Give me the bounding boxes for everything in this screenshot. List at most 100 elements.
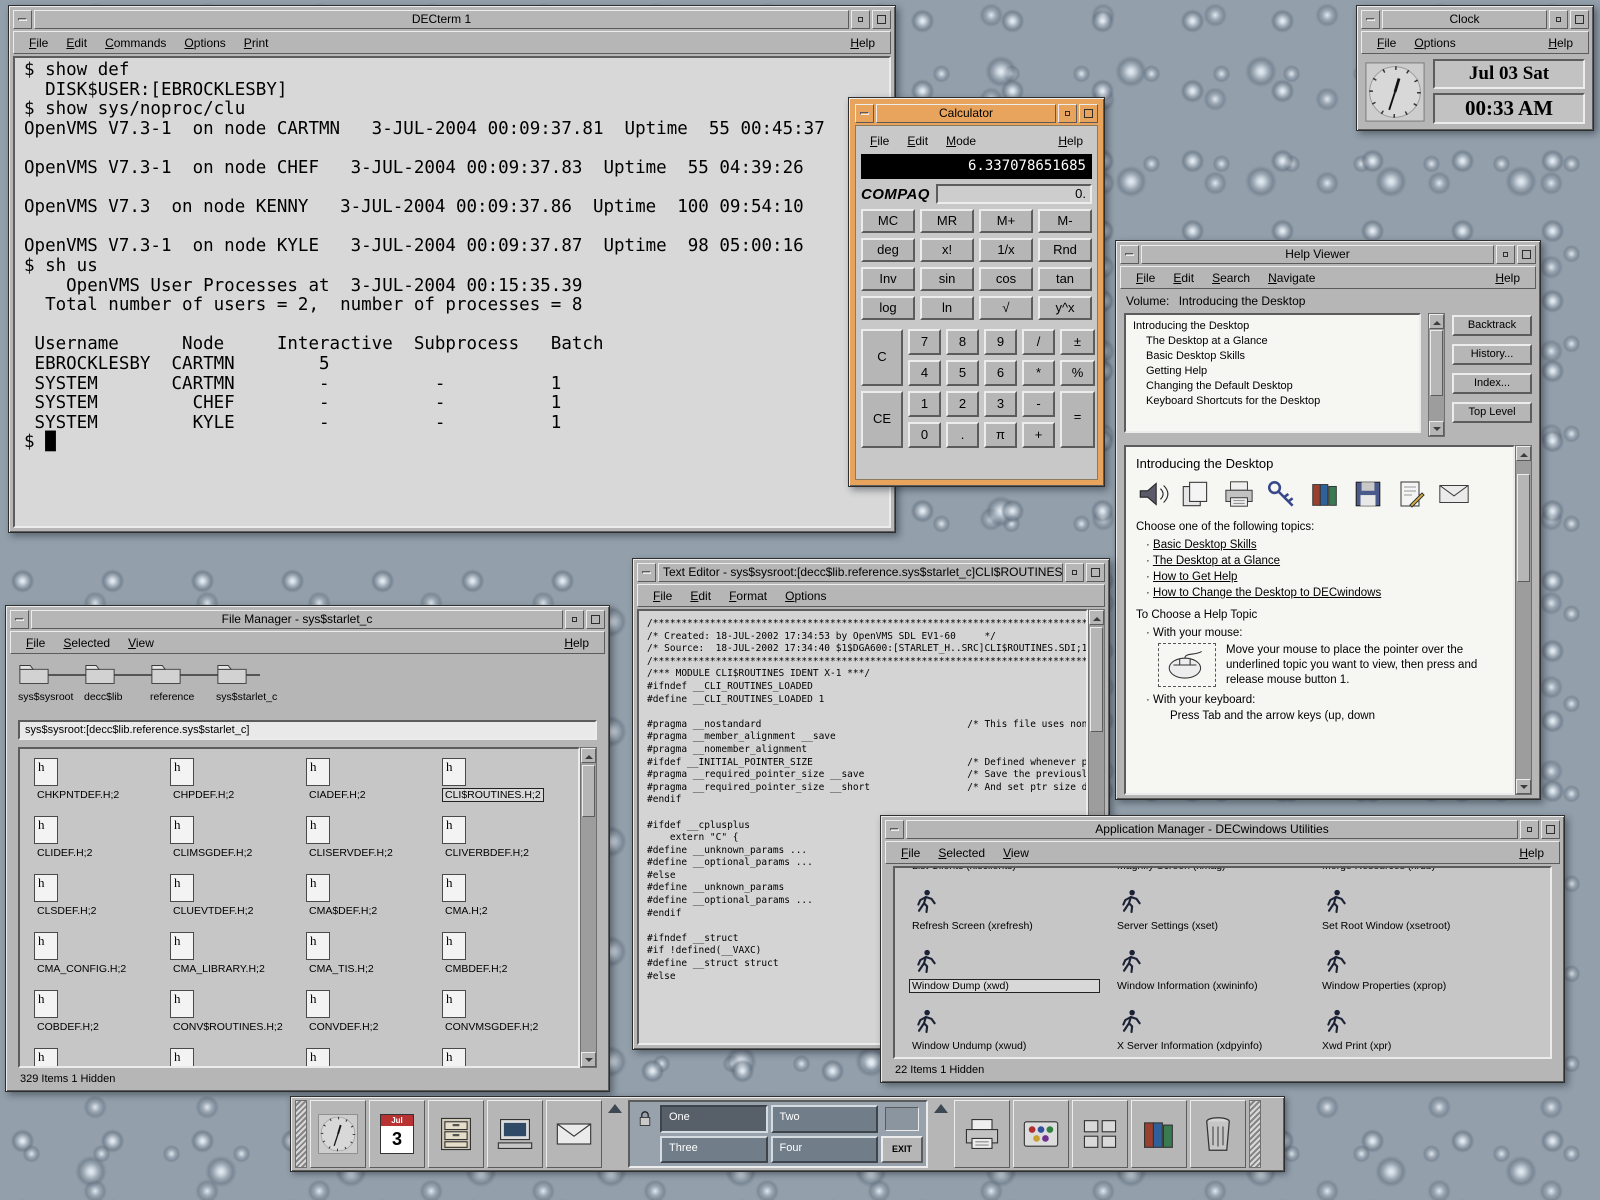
terminal-output[interactable]: $ show def DISK$USER:[EBROCKLESBY] $ sho…	[13, 56, 891, 528]
memory-recall-button[interactable]: MR	[920, 209, 974, 233]
subtract-button[interactable]: -	[1022, 391, 1055, 417]
digit-6-button[interactable]: 6	[984, 360, 1017, 386]
panel-calendar[interactable]: Jul 3	[369, 1100, 425, 1168]
application-manager-titlebar[interactable]: Application Manager - DECwindows Utiliti…	[885, 820, 1560, 839]
top-level-button[interactable]: Top Level	[1452, 402, 1532, 423]
file-item[interactable]: hCONVDEF.H;2	[304, 989, 440, 1039]
file-item[interactable]: hCMA_CONFIG.H;2	[32, 931, 168, 981]
menu-help[interactable]: Help	[555, 634, 598, 652]
menu-help[interactable]: Help	[1510, 844, 1553, 862]
memory-clear-button[interactable]: MC	[861, 209, 915, 233]
menu-search[interactable]: Search	[1203, 269, 1259, 287]
history-button[interactable]: History...	[1452, 344, 1532, 365]
digit-7-button[interactable]: 7	[908, 329, 941, 355]
scroll-up-arrow[interactable]	[1516, 446, 1531, 461]
panel-trash[interactable]	[1190, 1100, 1246, 1168]
topic-item[interactable]: Basic Desktop Skills	[1126, 348, 1419, 363]
app-item-xwud[interactable]: Window Undump (xwud)	[907, 1006, 1102, 1054]
menu-selected[interactable]: Selected	[929, 844, 994, 862]
deg-button[interactable]: deg	[861, 238, 915, 262]
window-menu-button[interactable]	[13, 10, 32, 29]
file-item[interactable]: hCONVMSGDEF.H;2	[440, 989, 576, 1039]
digit-2-button[interactable]: 2	[946, 391, 979, 417]
scrollbar-thumb[interactable]	[1517, 474, 1530, 582]
menu-help[interactable]: Help	[1486, 269, 1529, 287]
menu-edit[interactable]: Edit	[681, 587, 720, 605]
window-menu-button[interactable]	[637, 563, 656, 582]
maximize-button[interactable]	[1079, 104, 1098, 123]
menu-view[interactable]: View	[119, 634, 163, 652]
menu-options[interactable]: Options	[1405, 34, 1464, 52]
menu-help[interactable]: Help	[841, 34, 884, 52]
factorial-button[interactable]: x!	[920, 238, 974, 262]
file-item[interactable]: hCLIMSGDEF.H;2	[168, 815, 304, 865]
window-menu-button[interactable]	[1361, 10, 1380, 29]
percent-button[interactable]: %	[1060, 360, 1095, 386]
decterm-titlebar[interactable]: DECterm 1	[13, 10, 891, 29]
scrollbar-thumb[interactable]	[1090, 627, 1103, 732]
menu-edit[interactable]: Edit	[898, 132, 937, 150]
file-item[interactable]: h	[440, 1047, 576, 1068]
app-item-xsetroot[interactable]: Set Root Window (xsetroot)	[1317, 886, 1512, 934]
app-item-xrefresh[interactable]: Refresh Screen (xrefresh)	[907, 886, 1102, 934]
tan-button[interactable]: tan	[1038, 267, 1092, 291]
scroll-down-arrow[interactable]	[1429, 421, 1444, 436]
menu-selected[interactable]: Selected	[54, 634, 119, 652]
file-item[interactable]: h	[168, 1047, 304, 1068]
round-button[interactable]: Rnd	[1038, 238, 1092, 262]
app-item-xpr[interactable]: Xwd Print (xpr)	[1317, 1006, 1512, 1054]
file-item[interactable]: hCONV$ROUTINES.H;2	[168, 989, 304, 1039]
path-folder-reference[interactable]: reference	[150, 661, 216, 703]
file-list-scrollbar[interactable]	[580, 747, 597, 1068]
topic-item[interactable]: Changing the Default Desktop	[1126, 378, 1419, 393]
clear-button[interactable]: C	[861, 329, 903, 386]
file-item[interactable]: h	[304, 1047, 440, 1068]
menu-mode[interactable]: Mode	[937, 132, 985, 150]
minimize-button[interactable]	[1058, 104, 1077, 123]
file-item[interactable]: hCMA_TIS.H;2	[304, 931, 440, 981]
menu-view[interactable]: View	[994, 844, 1038, 862]
equals-button[interactable]: =	[1060, 391, 1095, 448]
file-item-selected[interactable]: hCLI$ROUTINES.H;2	[440, 757, 576, 807]
panel-handle[interactable]	[295, 1100, 307, 1168]
menu-format[interactable]: Format	[720, 587, 776, 605]
menu-options[interactable]: Options	[776, 587, 835, 605]
app-item-partial[interactable]: List Clients (xlsclients)	[907, 866, 1102, 874]
file-item[interactable]: hCHKPNTDEF.H;2	[32, 757, 168, 807]
panel-printer[interactable]	[954, 1100, 1010, 1168]
menu-file[interactable]: File	[1368, 34, 1405, 52]
scroll-up-arrow[interactable]	[1089, 610, 1104, 625]
file-item[interactable]: h	[32, 1047, 168, 1068]
scroll-up-arrow[interactable]	[1429, 314, 1444, 329]
topic-item[interactable]: Keyboard Shortcuts for the Desktop	[1126, 393, 1419, 408]
maximize-button[interactable]	[1570, 10, 1589, 29]
pi-button[interactable]: π	[984, 422, 1017, 448]
cos-button[interactable]: cos	[979, 267, 1033, 291]
decimal-button[interactable]: .	[946, 422, 979, 448]
topic-item[interactable]: The Desktop at a Glance	[1126, 333, 1419, 348]
window-menu-button[interactable]	[885, 820, 904, 839]
menu-file[interactable]: File	[1127, 269, 1164, 287]
minimize-button[interactable]	[565, 610, 584, 629]
file-item[interactable]: hCLIDEF.H;2	[32, 815, 168, 865]
workspace-one-button[interactable]: One	[660, 1105, 768, 1133]
menu-file[interactable]: File	[20, 34, 57, 52]
app-item-xset[interactable]: Server Settings (xset)	[1112, 886, 1307, 934]
file-item[interactable]: hCLUEVTDEF.H;2	[168, 873, 304, 923]
help-link-basic-skills[interactable]: Basic Desktop Skills	[1146, 539, 1503, 551]
add-button[interactable]: +	[1022, 422, 1055, 448]
workspace-four-button[interactable]: Four	[771, 1136, 879, 1164]
panel-style-manager[interactable]	[1013, 1100, 1069, 1168]
file-item[interactable]: hCMA.H;2	[440, 873, 576, 923]
digit-9-button[interactable]: 9	[984, 329, 1017, 355]
subpanel-arrow-right[interactable]	[931, 1100, 951, 1168]
topic-item[interactable]: Getting Help	[1126, 363, 1419, 378]
help-link-desktop-glance[interactable]: The Desktop at a Glance	[1146, 555, 1503, 567]
minimize-button[interactable]	[1520, 820, 1539, 839]
file-item[interactable]: hCLIVERBDEF.H;2	[440, 815, 576, 865]
log-button[interactable]: log	[861, 296, 915, 320]
index-button[interactable]: Index...	[1452, 373, 1532, 394]
path-folder-sysroot[interactable]: sys$sysroot	[18, 661, 84, 703]
minimize-button[interactable]	[1065, 563, 1084, 582]
text-editor-titlebar[interactable]: Text Editor - sys$sysroot:[decc$lib.refe…	[637, 563, 1105, 582]
